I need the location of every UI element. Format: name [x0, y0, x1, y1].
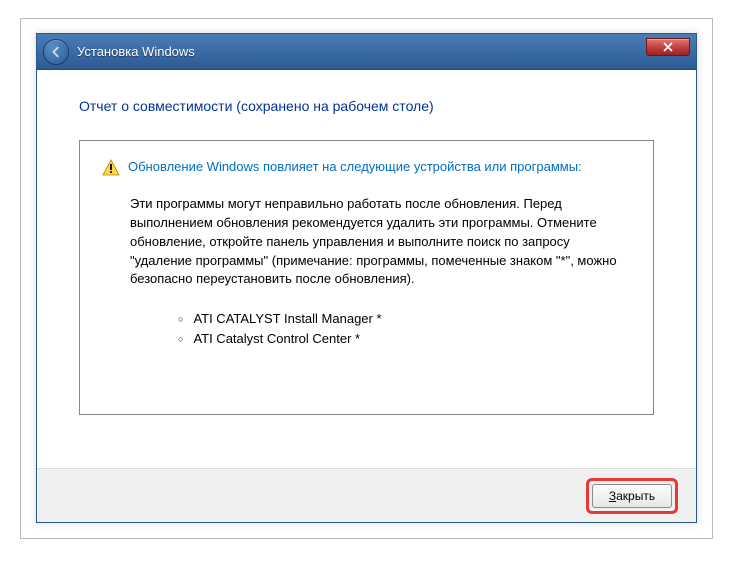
- program-list: ATI CATALYST Install Manager * ATI Catal…: [178, 309, 631, 349]
- titlebar: Установка Windows: [37, 34, 696, 70]
- list-item: ATI CATALYST Install Manager *: [178, 309, 631, 329]
- dialog-footer: Закрыть: [37, 468, 696, 522]
- list-item: ATI Catalyst Control Center *: [178, 329, 631, 349]
- close-button-highlight: Закрыть: [586, 478, 678, 514]
- close-icon: [663, 42, 673, 52]
- warning-icon: [102, 159, 120, 177]
- window-close-button[interactable]: [646, 38, 690, 56]
- install-windows-dialog: Установка Windows Отчет о совместимости …: [36, 33, 697, 523]
- warning-text: Обновление Windows повлияет на следующие…: [128, 159, 582, 174]
- back-button[interactable]: [43, 39, 69, 65]
- back-arrow-icon: [49, 45, 63, 59]
- content-area: Отчет о совместимости (сохранено на рабо…: [37, 70, 696, 468]
- window-title: Установка Windows: [77, 44, 195, 59]
- compatibility-report-box: Обновление Windows повлияет на следующие…: [79, 140, 654, 415]
- close-button[interactable]: Закрыть: [592, 484, 672, 508]
- warning-row: Обновление Windows повлияет на следующие…: [102, 159, 631, 177]
- report-body-text: Эти программы могут неправильно работать…: [130, 195, 631, 289]
- close-button-label-rest: акрыть: [616, 489, 655, 503]
- page-heading: Отчет о совместимости (сохранено на рабо…: [79, 98, 654, 114]
